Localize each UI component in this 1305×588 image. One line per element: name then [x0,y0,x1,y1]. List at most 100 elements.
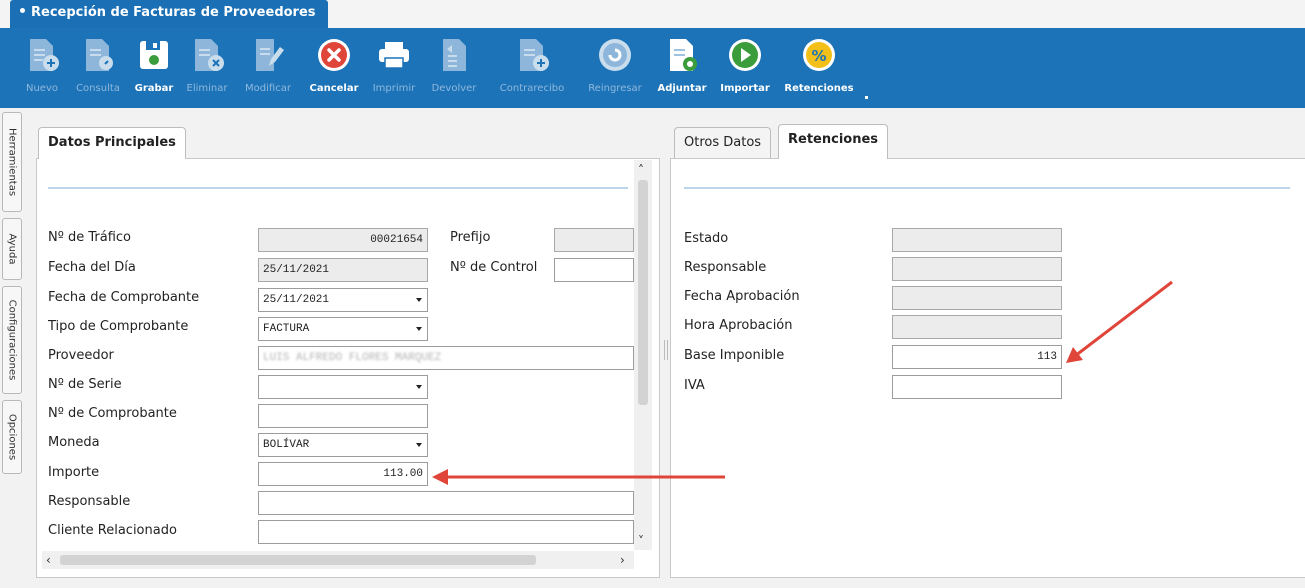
left-separator [48,187,628,189]
toolbar: Nuevo Consulta Grabar Eliminar Modificar [0,28,1305,108]
fecha-dia-label: Fecha del Día [48,260,136,275]
attach-icon [670,39,697,71]
tipo-comprobante-select[interactable]: FACTURA [258,317,428,341]
control-input[interactable] [554,258,634,282]
document-tab[interactable]: Recepción de Facturas de Proveedores [10,0,328,28]
import-label: Importar [720,83,770,94]
tab-datos-principales[interactable]: Datos Principales [38,127,186,159]
tab-retenciones[interactable]: Retenciones [778,124,889,159]
fecha-comprobante-label: Fecha de Comprobante [48,290,200,305]
edit-icon [256,39,284,71]
withholdings-label: Retenciones [784,83,854,94]
return-label: Devolver [431,83,477,94]
chevron-down-icon [416,385,422,389]
hora-aprobacion-field [892,315,1062,339]
fecha-comprobante-select[interactable]: 25/11/2021 [258,288,428,312]
side-tab-settings[interactable]: Configuraciones [2,286,22,394]
estado-label: Estado [684,231,729,246]
cliente-label: Cliente Relacionado [48,523,177,538]
query-button[interactable]: Consulta [70,28,126,108]
save-label: Grabar [134,83,174,94]
moneda-label: Moneda [48,435,100,450]
print-label: Imprimir [372,83,416,94]
side-tab-help[interactable]: Ayuda [2,218,22,280]
reenter-icon [599,39,631,71]
chevron-down-icon [416,443,422,447]
proveedor-field[interactable]: LUIS ALFREDO FLORES MARQUEZ [258,346,634,370]
scroll-down-icon[interactable]: ˅ [638,535,644,547]
cancel-icon [318,39,350,71]
tab-otros-datos[interactable]: Otros Datos [674,127,772,159]
comprobante-input[interactable] [258,404,428,428]
importe-label: Importe [48,465,100,480]
hora-aprobacion-label: Hora Aprobación [684,318,793,333]
responsable-ret-field [892,257,1062,281]
side-tab-options[interactable]: Opciones [2,400,22,474]
return-icon [443,39,466,71]
new-button[interactable]: Nuevo [18,28,66,108]
modify-button[interactable]: Modificar [236,28,300,108]
right-separator [684,187,1290,189]
base-imponible-label: Base Imponible [684,348,785,363]
receipt-label: Contrarecibo [499,83,565,94]
document-tab-title: Recepción de Facturas de Proveedores [31,5,316,20]
attach-label: Adjuntar [657,83,707,94]
trafico-label: Nº de Tráfico [48,230,131,245]
percent-icon: % [803,39,835,71]
cancel-label: Cancelar [309,83,359,94]
new-label: Nuevo [25,83,58,94]
side-tab-tools[interactable]: Herramientas [2,112,22,212]
save-icon [140,41,168,69]
estado-field [892,228,1062,252]
doc-query-icon [86,39,113,71]
iva-input[interactable] [892,375,1062,399]
svg-text:%: % [811,47,826,65]
print-icon [379,42,409,69]
moneda-value: BOLÍVAR [263,439,310,451]
moneda-select[interactable]: BOLÍVAR [258,433,428,457]
cancel-button[interactable]: Cancelar [304,28,364,108]
left-horizontal-scroll-thumb[interactable] [60,555,536,565]
receipt-button[interactable]: Contrarecibo [488,28,576,108]
import-button[interactable]: Importar [714,28,776,108]
left-vertical-scroll-thumb[interactable] [638,180,648,405]
reenter-label: Reingresar [588,83,642,94]
cliente-input[interactable] [258,520,634,544]
control-label: Nº de Control [450,260,538,275]
proveedor-value: LUIS ALFREDO FLORES MARQUEZ [263,352,442,364]
chevron-down-icon [416,327,422,331]
comprobante-label: Nº de Comprobante [48,406,177,421]
base-imponible-input[interactable]: 113 [892,345,1062,369]
scroll-left-icon[interactable]: ‹ [46,554,51,566]
splitter-grip[interactable] [664,340,668,360]
trafico-field: 00021654 [258,228,428,252]
doc-add-icon [30,39,59,71]
tipo-comprobante-label: Tipo de Comprobante [48,319,189,334]
toolbar-overflow-dot [865,96,868,99]
fecha-dia-field: 25/11/2021 [258,258,428,282]
proveedor-label: Proveedor [48,348,114,363]
serie-label: Nº de Serie [48,377,122,392]
tipo-comprobante-value: FACTURA [263,323,310,335]
iva-label: IVA [684,378,705,393]
responsable-input[interactable] [258,491,634,515]
delete-label: Eliminar [186,83,228,94]
reenter-button[interactable]: Reingresar [580,28,650,108]
withholdings-button[interactable]: % Retenciones [780,28,858,108]
return-button[interactable]: Devolver [424,28,484,108]
prefijo-field [554,228,634,252]
save-button[interactable]: Grabar [130,28,178,108]
scroll-up-icon[interactable]: ˄ [638,164,644,176]
modify-label: Modificar [245,83,291,94]
chevron-down-icon [416,298,422,302]
print-button[interactable]: Imprimir [368,28,420,108]
serie-select[interactable] [258,375,428,399]
delete-button[interactable]: Eliminar [182,28,232,108]
receipt-icon [520,39,549,71]
importe-input[interactable]: 113.00 [258,462,428,486]
query-label: Consulta [76,83,120,94]
attach-button[interactable]: Adjuntar [654,28,710,108]
responsable-label: Responsable [48,494,131,509]
tab-bullet-icon [20,8,25,13]
scroll-right-icon[interactable]: › [620,554,625,566]
